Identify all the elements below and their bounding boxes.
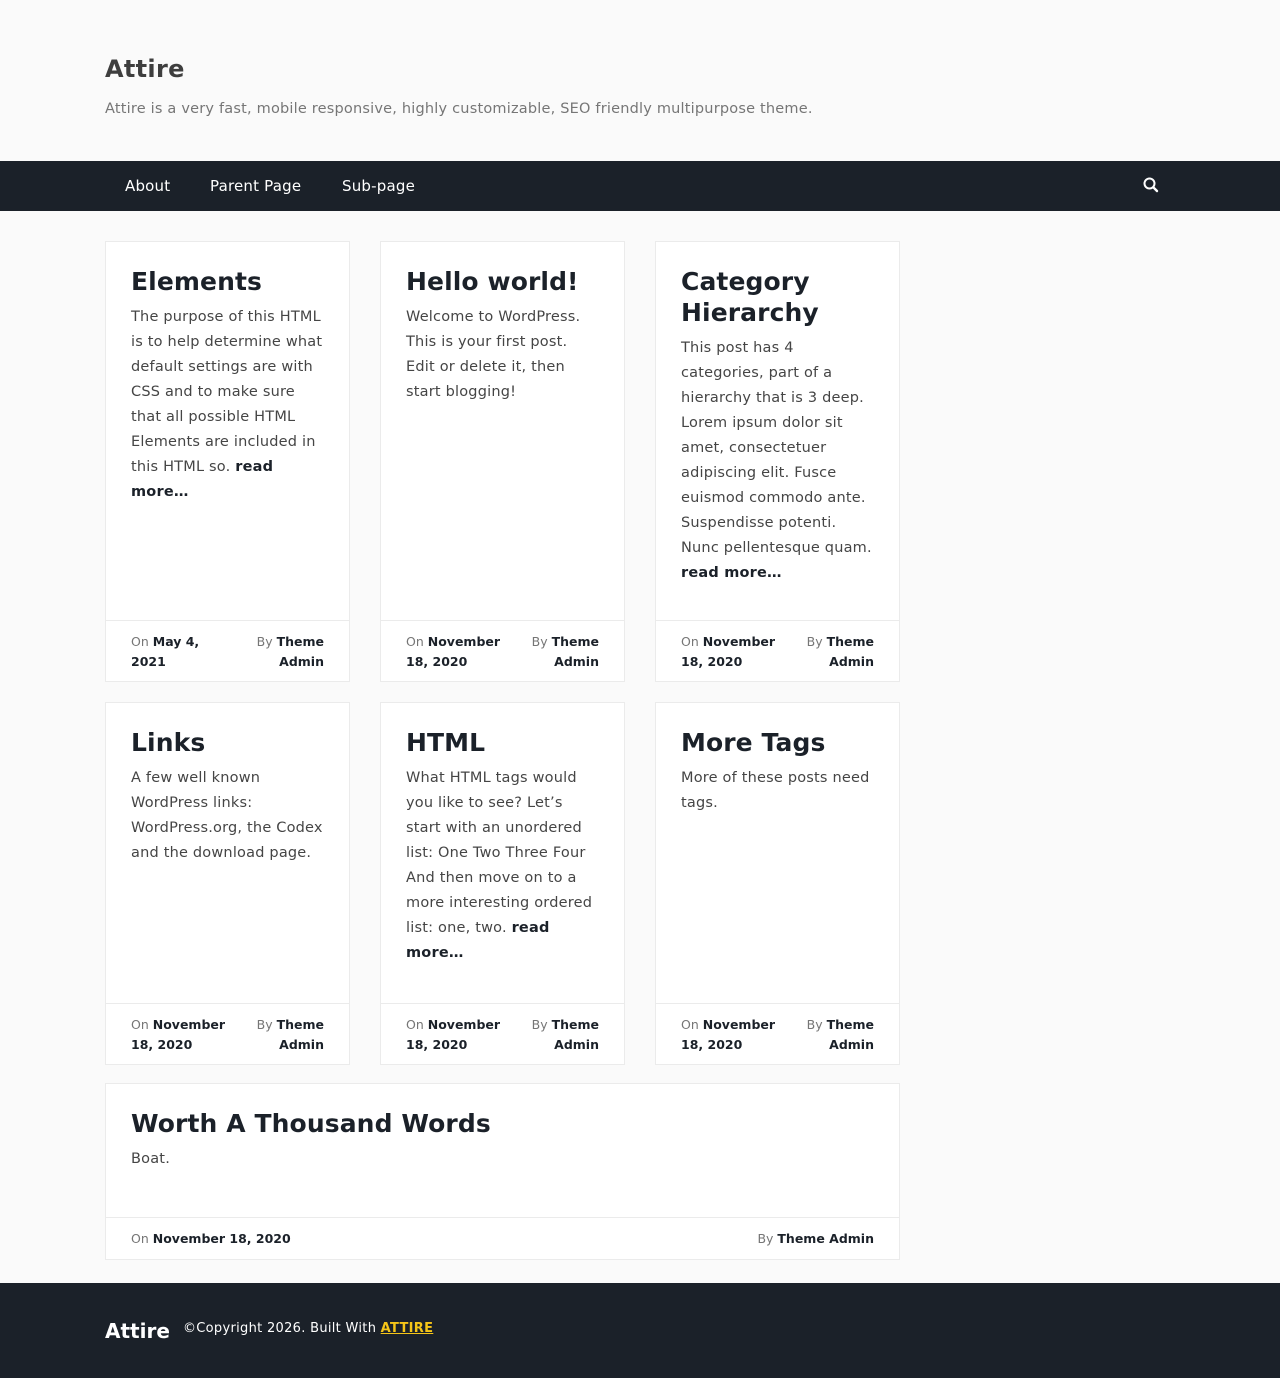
site-title[interactable]: Attire xyxy=(105,55,185,83)
post-meta: On November 18, 2020 By Theme Admin xyxy=(656,620,899,681)
post-meta: On November 18, 2020 By Theme Admin xyxy=(656,1003,899,1064)
post-date: On November 18, 2020 xyxy=(131,1017,226,1052)
main-navigation: About Parent Page Sub-page xyxy=(0,161,1280,211)
read-more-link[interactable]: read more… xyxy=(681,565,782,581)
search-icon[interactable] xyxy=(1141,175,1161,195)
post-card-html: HTML What HTML tags would you like to se… xyxy=(380,702,625,1065)
post-meta: On November 18, 2020 By Theme Admin xyxy=(381,1003,624,1064)
post-excerpt: This post has 4 categories, part of a hi… xyxy=(681,340,872,581)
post-author: By Theme Admin xyxy=(757,1231,874,1246)
post-card-more-tags: More Tags More of these posts need tags.… xyxy=(655,702,900,1065)
post-author-link[interactable]: Theme Admin xyxy=(552,634,599,669)
post-date: On November 18, 2020 xyxy=(406,634,501,669)
post-author-link[interactable]: Theme Admin xyxy=(552,1017,599,1052)
post-card-category-hierarchy: Category Hierarchy This post has 4 categ… xyxy=(655,241,900,682)
post-date: On November 18, 2020 xyxy=(406,1017,501,1052)
post-excerpt: The purpose of this HTML is to help dete… xyxy=(131,309,323,500)
post-author: By Theme Admin xyxy=(806,634,874,669)
post-date: On November 18, 2020 xyxy=(131,1231,291,1246)
post-excerpt: What HTML tags would you like to see? Le… xyxy=(406,770,593,961)
post-author-link[interactable]: Theme Admin xyxy=(277,634,324,669)
site-header: Attire Attire is a very fast, mobile res… xyxy=(0,0,1280,161)
post-title[interactable]: Hello world! xyxy=(406,266,599,297)
post-card-elements: Elements The purpose of this HTML is to … xyxy=(105,241,350,682)
post-excerpt: A few well known WordPress links: WordPr… xyxy=(131,770,323,861)
post-meta: On November 18, 2020 By Theme Admin xyxy=(381,620,624,681)
post-author: By Theme Admin xyxy=(806,1017,874,1052)
post-excerpt: More of these posts need tags. xyxy=(681,770,870,811)
post-date: On November 18, 2020 xyxy=(681,1017,776,1052)
post-date-link[interactable]: November 18, 2020 xyxy=(153,1231,291,1246)
nav-item-parent-page[interactable]: Parent Page xyxy=(210,161,301,211)
post-title[interactable]: Elements xyxy=(131,266,324,297)
nav-item-sub-page[interactable]: Sub-page xyxy=(342,161,415,211)
post-author-link[interactable]: Theme Admin xyxy=(777,1231,874,1246)
post-author-link[interactable]: Theme Admin xyxy=(827,634,874,669)
post-card-links: Links A few well known WordPress links: … xyxy=(105,702,350,1065)
post-excerpt: Welcome to WordPress. This is your first… xyxy=(406,309,581,400)
post-title[interactable]: More Tags xyxy=(681,727,874,758)
post-author-link[interactable]: Theme Admin xyxy=(827,1017,874,1052)
footer-site-title[interactable]: Attire xyxy=(105,1319,170,1343)
site-tagline: Attire is a very fast, mobile responsive… xyxy=(105,101,813,117)
nav-item-about[interactable]: About xyxy=(125,161,170,211)
post-meta: On November 18, 2020 By Theme Admin xyxy=(106,1217,899,1259)
post-card-hello-world: Hello world! Welcome to WordPress. This … xyxy=(380,241,625,682)
post-excerpt: Boat. xyxy=(131,1151,170,1167)
post-title[interactable]: Category Hierarchy xyxy=(681,266,874,328)
post-title[interactable]: Worth A Thousand Words xyxy=(131,1108,874,1139)
footer-theme-link[interactable]: ATTIRE xyxy=(381,1321,434,1336)
post-card-worth-a-thousand-words: Worth A Thousand Words Boat. On November… xyxy=(105,1083,900,1260)
post-date: On May 4, 2021 xyxy=(131,634,200,669)
post-author: By Theme Admin xyxy=(256,1017,324,1052)
post-date: On November 18, 2020 xyxy=(681,634,776,669)
post-meta: On May 4, 2021 By Theme Admin xyxy=(106,620,349,681)
post-title[interactable]: HTML xyxy=(406,727,599,758)
post-author: By Theme Admin xyxy=(531,1017,599,1052)
post-author: By Theme Admin xyxy=(256,634,324,669)
footer-copyright: ©Copyright 2026. Built With ATTIRE xyxy=(183,1321,434,1336)
post-title[interactable]: Links xyxy=(131,727,324,758)
post-author-link[interactable]: Theme Admin xyxy=(277,1017,324,1052)
post-author: By Theme Admin xyxy=(531,634,599,669)
post-meta: On November 18, 2020 By Theme Admin xyxy=(106,1003,349,1064)
